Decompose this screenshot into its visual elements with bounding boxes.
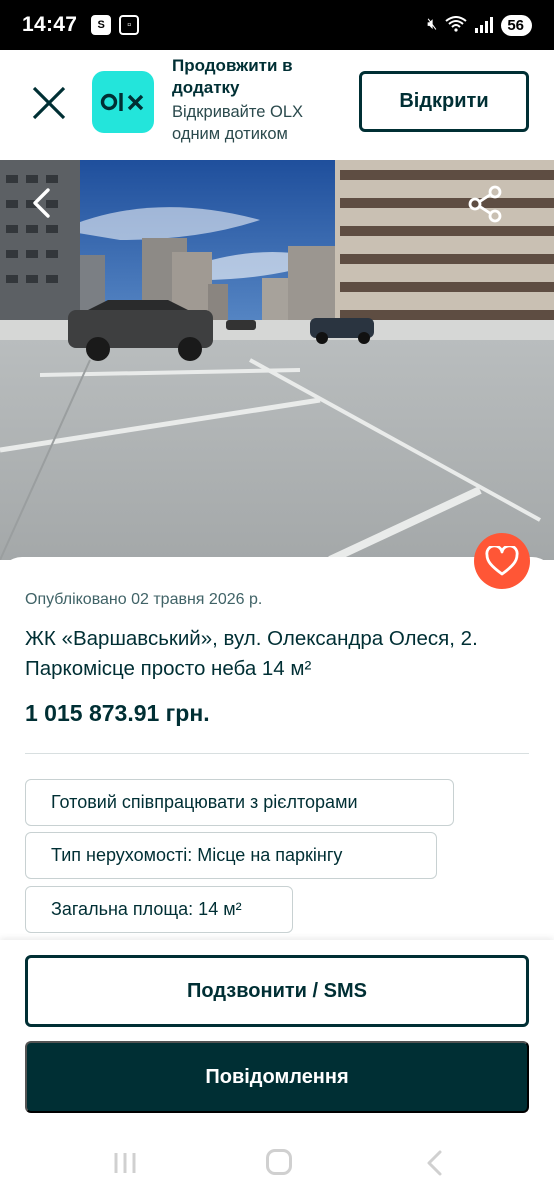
status-right-icons: 🔇︎ 56 [427, 14, 532, 36]
app-promo-banner: Продовжити в додатку Відкривайте OLX одн… [0, 50, 554, 160]
screenshot-icon: ▫ [119, 15, 140, 35]
call-sms-button[interactable]: Подзвонити / SMS [25, 955, 529, 1027]
banner-text: Продовжити в додатку Відкривайте OLX одн… [172, 55, 347, 145]
favorite-button[interactable] [474, 533, 530, 589]
heart-icon [485, 546, 519, 576]
published-date: Опубліковано 02 травня 2026 р. [25, 591, 263, 608]
nav-back-icon[interactable] [424, 1149, 444, 1177]
open-app-button[interactable]: Відкрити [359, 71, 529, 132]
tag-property-type: Тип нерухомості: Місце на паркінгу [25, 832, 437, 879]
s-app-icon: S [91, 15, 112, 35]
signal-icon [475, 17, 494, 33]
tag-realtors: Готовий співпрацювати з рієлторами [25, 779, 454, 826]
share-icon[interactable] [466, 184, 506, 224]
home-icon[interactable] [266, 1149, 292, 1175]
status-bar: 14:47 S ▫ 🔇︎ 56 [0, 0, 554, 50]
olx-logo [92, 71, 154, 133]
listing-title: ЖК «Варшавський», вул. Олександра Олеся,… [25, 627, 478, 680]
system-nav-bar [0, 1140, 554, 1200]
recents-icon[interactable] [112, 1151, 138, 1175]
status-time: 14:47 [22, 13, 78, 36]
divider [25, 753, 529, 754]
message-button[interactable]: Повідомлення [25, 1041, 529, 1113]
battery-icon: 56 [501, 14, 532, 36]
wifi-icon [445, 15, 467, 35]
listing-price: 1 015 873.91 грн. [25, 700, 210, 726]
banner-subtitle: Відкривайте OLX одним дотиком [172, 103, 304, 143]
battery-level: 56 [507, 16, 524, 34]
mute-icon: 🔇︎ [427, 16, 438, 33]
tag-total-area: Загальна площа: 14 м² [25, 886, 293, 933]
status-left-icons: S ▫ [91, 15, 140, 35]
back-arrow-icon[interactable] [26, 186, 60, 220]
banner-title: Продовжити в додатку [172, 56, 293, 97]
close-icon[interactable] [30, 84, 68, 122]
